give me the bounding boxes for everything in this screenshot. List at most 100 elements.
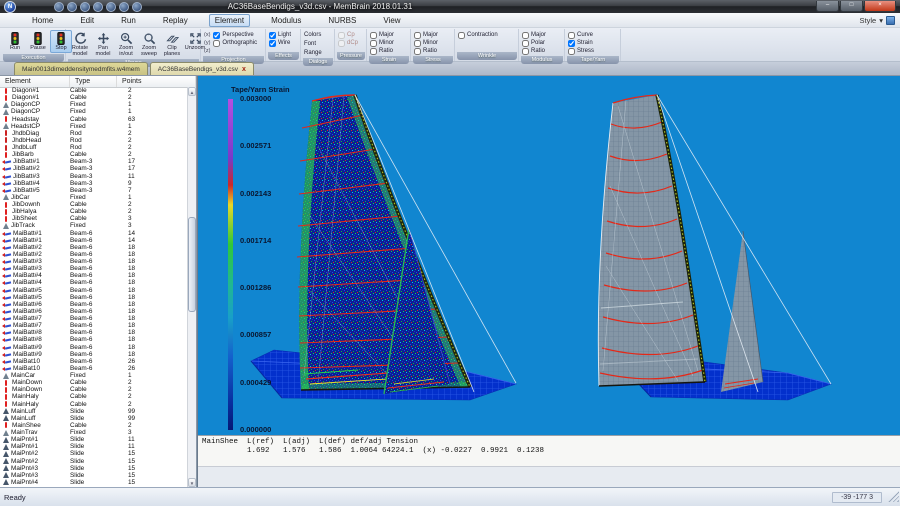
table-scrollbar[interactable]: ▲ ▼ <box>187 87 196 487</box>
table-row[interactable]: MaiPnt#3Slide15 <box>0 465 187 472</box>
table-row[interactable]: JibHalyaCable2 <box>0 208 187 215</box>
table-row[interactable]: MaiPnt#2Slide15 <box>0 458 187 465</box>
run-button[interactable]: Run <box>4 30 26 53</box>
table-row[interactable]: JibBatt#1Beam-317 <box>0 158 187 165</box>
table-row[interactable]: MainSheeCable2 <box>0 422 187 429</box>
resize-grip-icon[interactable] <box>888 491 899 502</box>
table-row[interactable]: MaiBatt#5Beam-618 <box>0 294 187 301</box>
wrinkle-contraction-checkbox-input[interactable] <box>458 32 465 39</box>
table-row[interactable]: JhdbDiagRod2 <box>0 130 187 137</box>
tab-close-icon[interactable]: x <box>242 66 246 73</box>
circle-icon[interactable] <box>93 2 103 12</box>
strain-major-checkbox-input[interactable] <box>370 32 377 39</box>
effects-light-checkbox-input[interactable] <box>269 32 276 39</box>
table-row[interactable]: MaiBatt#3Beam-618 <box>0 265 187 272</box>
scrollbar-thumb[interactable] <box>188 217 196 312</box>
menu-element[interactable]: Element <box>209 14 250 27</box>
pause-button[interactable]: Pause <box>27 30 49 53</box>
stress-minor-checkbox[interactable]: Minor <box>414 40 438 47</box>
scroll-down-icon[interactable]: ▼ <box>188 478 196 487</box>
table-row[interactable]: MainLuffSlide99 <box>0 408 187 415</box>
table-row[interactable]: MaiPnt#1Slide11 <box>0 436 187 443</box>
effects-wire-checkbox[interactable]: Wire <box>269 40 291 47</box>
table-row[interactable]: MaiBatt#8Beam-618 <box>0 329 187 336</box>
strain-ratio-checkbox[interactable]: Ratio <box>370 48 394 55</box>
table-row[interactable]: MaiBatt#9Beam-618 <box>0 344 187 351</box>
table-row[interactable]: MainHalyCable2 <box>0 393 187 400</box>
pan-model-button[interactable]: Pan model <box>92 30 114 58</box>
style-menu-button[interactable]: Style <box>860 16 877 25</box>
projection-perspective-checkbox-input[interactable] <box>213 32 220 39</box>
tape-yarn-stress-checkbox-input[interactable] <box>568 48 575 55</box>
menu-run[interactable]: Run <box>115 14 142 27</box>
table-row[interactable]: MaiBatt#3Beam-618 <box>0 258 187 265</box>
projection-perspective-checkbox[interactable]: Perspective <box>213 32 257 39</box>
table-row[interactable]: MaiBatt#9Beam-618 <box>0 351 187 358</box>
tape-yarn-stress-checkbox[interactable]: Stress <box>568 48 594 55</box>
table-row[interactable]: MaiBatt#1Beam-614 <box>0 230 187 237</box>
pressure-dcp-checkbox[interactable]: dCp <box>338 40 358 47</box>
circle-icon[interactable] <box>119 2 129 12</box>
modulus-ratio-checkbox-input[interactable] <box>522 48 529 55</box>
column-header-element[interactable]: Element <box>0 76 70 87</box>
maximize-button[interactable]: □ <box>840 1 863 12</box>
table-row[interactable]: MaiPnt#2Slide15 <box>0 450 187 457</box>
stress-ratio-checkbox[interactable]: Ratio <box>414 48 438 55</box>
table-row[interactable]: JibCarFixed1 <box>0 194 187 201</box>
table-row[interactable]: MainCarFixed1 <box>0 372 187 379</box>
3d-viewport[interactable]: Tape/Yarn Strain 0.0030000.0025710.00214… <box>198 76 900 435</box>
range-button[interactable]: Range <box>304 50 322 57</box>
modulus-ratio-checkbox[interactable]: Ratio <box>522 48 546 55</box>
table-row[interactable]: JibBatt#4Beam-39 <box>0 180 187 187</box>
menu-nurbs[interactable]: NURBS <box>322 14 362 27</box>
table-row[interactable]: MaiPnt#4Slide15 <box>0 479 187 486</box>
table-row[interactable]: MaiBatt#8Beam-618 <box>0 336 187 343</box>
circle-icon[interactable] <box>132 2 142 12</box>
scroll-up-icon[interactable]: ▲ <box>188 87 196 96</box>
table-row[interactable]: MaiBat10Beam-626 <box>0 358 187 365</box>
menu-modulus[interactable]: Modulus <box>265 14 307 27</box>
table-row[interactable]: MainDownCable2 <box>0 386 187 393</box>
clip-planes-button[interactable]: Clip planes <box>161 30 183 58</box>
table-row[interactable]: JibSheetCable3 <box>0 215 187 222</box>
effects-wire-checkbox-input[interactable] <box>269 40 276 47</box>
table-row[interactable]: JhdbHeadRod2 <box>0 137 187 144</box>
table-row[interactable]: MaiBatt#6Beam-618 <box>0 301 187 308</box>
rotate-model-button[interactable]: Rotate model <box>69 30 91 58</box>
circle-icon[interactable] <box>54 2 64 12</box>
table-row[interactable]: MaiBat10Beam-626 <box>0 365 187 372</box>
table-row[interactable]: MaiBatt#7Beam-618 <box>0 315 187 322</box>
table-row[interactable]: MaiBatt#4Beam-618 <box>0 279 187 286</box>
style-caret-icon[interactable]: ▾ <box>879 16 883 25</box>
table-row[interactable]: HeadstayCable63 <box>0 116 187 123</box>
table-row[interactable]: JibTrackFixed3 <box>0 222 187 229</box>
projection-orthographic-checkbox-input[interactable] <box>213 40 220 47</box>
minimize-button[interactable]: – <box>816 1 839 12</box>
tape-yarn-strain-checkbox[interactable]: Strain <box>568 40 594 47</box>
menu-edit[interactable]: Edit <box>74 14 100 27</box>
modulus-major-checkbox-input[interactable] <box>522 32 529 39</box>
projection-orthographic-checkbox[interactable]: Orthographic <box>213 40 257 47</box>
menu-view[interactable]: View <box>377 14 406 27</box>
table-row[interactable]: MaiBatt#4Beam-618 <box>0 272 187 279</box>
effects-light-checkbox[interactable]: Light <box>269 32 291 39</box>
pressure-cp-checkbox-input[interactable] <box>338 32 345 39</box>
zoom-sweep-button[interactable]: Zoom sweep <box>138 30 160 58</box>
table-row[interactable]: Diagon#1Cable2 <box>0 94 187 101</box>
pressure-dcp-checkbox-input[interactable] <box>338 40 345 47</box>
table-row[interactable]: JibBatt#2Beam-317 <box>0 165 187 172</box>
table-row[interactable]: MainLuffSlide99 <box>0 415 187 422</box>
table-row[interactable]: JibDownhCable2 <box>0 201 187 208</box>
table-row[interactable]: JibBatt#5Beam-37 <box>0 187 187 194</box>
close-button[interactable]: × <box>864 1 896 12</box>
table-row[interactable]: Diagon#1Cable2 <box>0 87 187 94</box>
table-row[interactable]: DiagonCPFixed1 <box>0 108 187 115</box>
tab-main0013dimeddensitymedmfits-w4mem[interactable]: Main0013dimeddensitymedmfits.w4mem <box>14 62 148 75</box>
stress-ratio-checkbox-input[interactable] <box>414 48 421 55</box>
stress-major-checkbox-input[interactable] <box>414 32 421 39</box>
strain-minor-checkbox-input[interactable] <box>370 40 377 47</box>
table-row[interactable]: JibBatt#3Beam-311 <box>0 173 187 180</box>
stress-major-checkbox[interactable]: Major <box>414 32 438 39</box>
tape-yarn-curve-checkbox[interactable]: Curve <box>568 32 594 39</box>
pressure-cp-checkbox[interactable]: Cp <box>338 32 358 39</box>
